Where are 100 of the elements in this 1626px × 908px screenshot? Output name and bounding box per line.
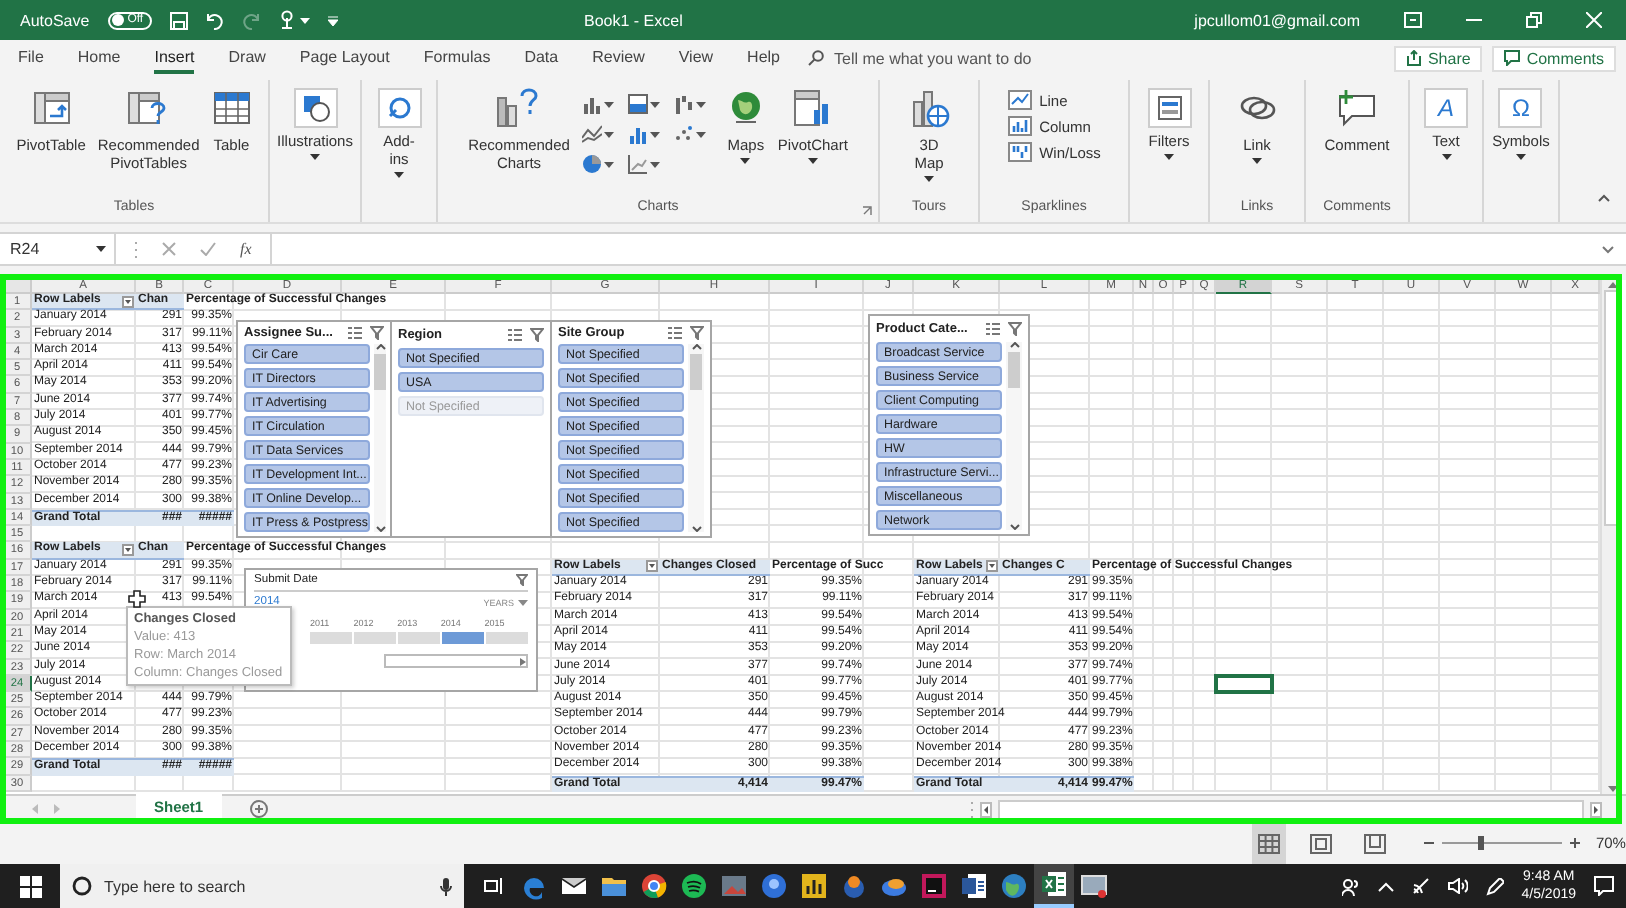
- app-icon[interactable]: [840, 872, 868, 900]
- expand-icon[interactable]: [1602, 245, 1614, 253]
- caret-icon: [603, 131, 614, 137]
- notification-icon[interactable]: [1594, 876, 1614, 896]
- name-box[interactable]: R24: [0, 234, 116, 264]
- globe-icon[interactable]: [1000, 872, 1028, 900]
- touch-mode-icon: [277, 10, 296, 30]
- clear-filter-icon[interactable]: [370, 326, 384, 340]
- right-arrow-icon[interactable]: [1590, 801, 1602, 817]
- add-sheet-icon[interactable]: [249, 800, 268, 818]
- taskbar-search-field[interactable]: Type here to search: [104, 877, 428, 895]
- filter-dropdown-icon[interactable]: [122, 295, 134, 308]
- multi-select-icon[interactable]: [348, 326, 362, 340]
- people-icon[interactable]: [1341, 877, 1360, 895]
- insert-function-button[interactable]: fx: [240, 240, 252, 258]
- save-button[interactable]: [169, 11, 188, 29]
- scroll-bar[interactable]: [998, 799, 1584, 819]
- ribbon-tab[interactable]: Formulas: [423, 42, 491, 74]
- area-chart-icon: [627, 154, 648, 174]
- check-icon[interactable]: [200, 242, 216, 256]
- zoom-out-icon[interactable]: [1423, 838, 1434, 848]
- ribbon-tab[interactable]: Data: [524, 42, 559, 74]
- shapes-icon: [299, 92, 331, 124]
- code-editor-icon[interactable]: [920, 872, 948, 900]
- undo-button[interactable]: [205, 11, 224, 29]
- volume-icon[interactable]: [1447, 878, 1468, 894]
- selected-cell[interactable]: [1216, 675, 1272, 693]
- dialog-launcher-icon[interactable]: [862, 206, 872, 216]
- comment-icon: [1504, 50, 1521, 66]
- taskbar-search-box[interactable]: Type here to search: [60, 864, 464, 908]
- scroll-thumb[interactable]: [374, 354, 386, 390]
- ribbon-tab[interactable]: Page Layout: [299, 42, 390, 74]
- scroll-bar[interactable]: [384, 654, 528, 668]
- close-icon[interactable]: [1586, 12, 1602, 28]
- multi-select-icon[interactable]: [986, 322, 1000, 336]
- touch-button[interactable]: [277, 10, 310, 30]
- chart-app-icon[interactable]: [800, 872, 828, 900]
- clear-filter-icon[interactable]: [516, 574, 528, 586]
- text-box-icon: A: [1424, 88, 1468, 128]
- task-view-icon[interactable]: [484, 876, 504, 896]
- ribbon-display-icon[interactable]: [1404, 12, 1422, 28]
- waterfall-chart-icon: [673, 94, 694, 114]
- chevron-up-icon[interactable]: [1377, 881, 1394, 891]
- clear-filter-icon[interactable]: [530, 328, 544, 342]
- zoom-thumb[interactable]: [1478, 836, 1485, 850]
- ribbon-tab[interactable]: Review: [592, 42, 645, 74]
- envelope-icon[interactable]: [560, 872, 588, 900]
- ribbon-tab[interactable]: File: [18, 42, 44, 74]
- left-arrow-icon[interactable]: [980, 801, 992, 817]
- account-name[interactable]: jpcullom01@gmail.com: [1194, 11, 1360, 29]
- ribbon-tab[interactable]: Home: [77, 42, 121, 74]
- scroll-bar[interactable]: [1006, 342, 1022, 530]
- caret-icon: [518, 599, 528, 605]
- ribbon-tab[interactable]: Draw: [228, 42, 266, 74]
- start-icon[interactable]: [19, 875, 41, 897]
- restore-icon[interactable]: [1526, 12, 1542, 28]
- right-arrow-icon[interactable]: [520, 657, 526, 665]
- folder-icon[interactable]: [600, 872, 628, 900]
- circle-app-icon[interactable]: [760, 872, 788, 900]
- customize-icon[interactable]: [327, 15, 338, 25]
- clear-filter-icon[interactable]: [690, 326, 704, 340]
- document-icon[interactable]: [960, 872, 988, 900]
- multi-select-icon[interactable]: [508, 328, 522, 342]
- pen-icon[interactable]: [1485, 877, 1504, 895]
- pivot-table-icon: [31, 88, 72, 128]
- view-button[interactable]: [1252, 822, 1286, 864]
- filter-dropdown-icon[interactable]: [986, 560, 998, 573]
- ribbon-tab[interactable]: Help: [747, 42, 780, 74]
- filter-dropdown-icon[interactable]: [122, 544, 134, 557]
- scatter-chart-icon: [673, 124, 694, 144]
- caret-icon: [603, 161, 614, 167]
- map-chart-icon: [907, 86, 951, 130]
- undo-icon: [205, 11, 224, 29]
- pie-chart-icon: [581, 154, 602, 174]
- scroll-bar[interactable]: [374, 344, 386, 532]
- multi-select-icon[interactable]: [668, 326, 682, 340]
- music-icon[interactable]: [680, 872, 708, 900]
- page-layout-icon: [1310, 833, 1333, 853]
- scroll-thumb[interactable]: [690, 354, 702, 390]
- autosave-label: AutoSave: [20, 11, 90, 29]
- image-icon[interactable]: [720, 872, 748, 900]
- scroll-thumb[interactable]: [1008, 352, 1020, 388]
- zoom-in-icon[interactable]: [1569, 838, 1580, 848]
- collapse-icon[interactable]: [1598, 194, 1610, 202]
- up-arrow-icon[interactable]: [1607, 280, 1617, 290]
- down-arrow-icon[interactable]: [1607, 784, 1617, 794]
- window-title: Book1 - Excel: [582, 11, 685, 29]
- share-button[interactable]: Share: [1393, 45, 1483, 71]
- clear-filter-icon[interactable]: [1008, 322, 1022, 336]
- ribbon-tab[interactable]: View: [678, 42, 714, 74]
- bar-chart-question-icon: [494, 86, 543, 130]
- browser-icon[interactable]: [640, 872, 668, 900]
- microphone-icon[interactable]: [440, 877, 452, 895]
- taskbar-button[interactable]: [1034, 864, 1074, 908]
- comments-button[interactable]: Comments: [1492, 45, 1616, 71]
- spreadsheet-icon[interactable]: [1040, 870, 1068, 898]
- scroll-bar[interactable]: [688, 344, 704, 532]
- filter-dropdown-icon[interactable]: [646, 560, 658, 573]
- tell-me-field[interactable]: Tell me what you want to do: [834, 49, 1134, 67]
- monitor-icon[interactable]: [1080, 872, 1108, 900]
